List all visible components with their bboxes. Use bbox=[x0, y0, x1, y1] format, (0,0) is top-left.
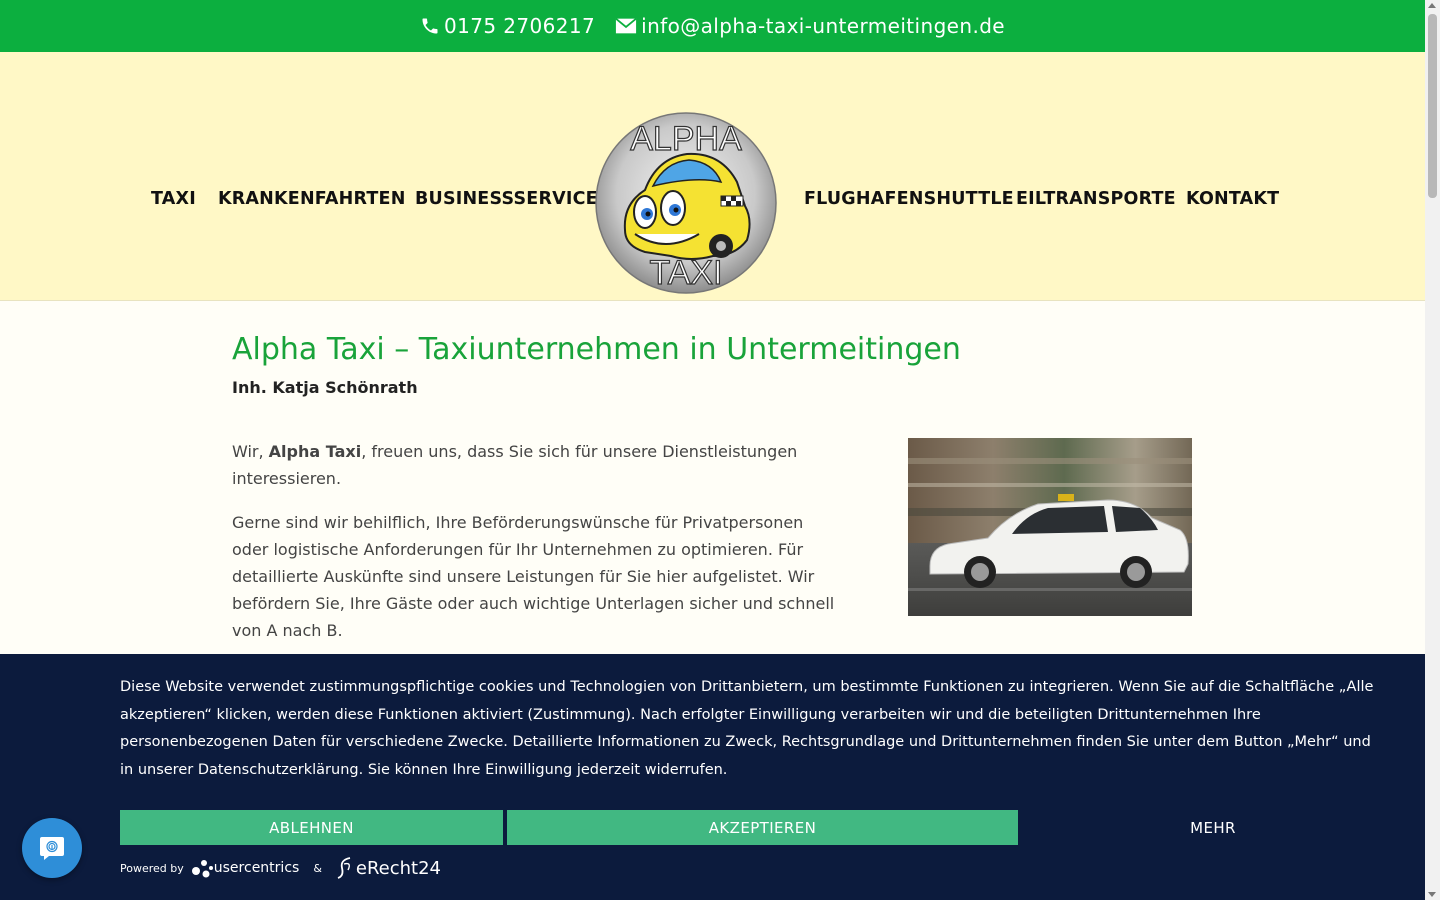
nav-item-businessservice[interactable]: BUSINESSSERVICE bbox=[415, 189, 598, 209]
deny-button[interactable]: ABLEHNEN bbox=[120, 810, 503, 845]
top-contact-bar: 0175 2706217 info@alpha-taxi-untermeitin… bbox=[0, 0, 1425, 52]
ampersand: & bbox=[313, 861, 322, 875]
page-scrollbar[interactable] bbox=[1425, 0, 1440, 900]
phone-link[interactable]: 0175 2706217 bbox=[420, 14, 595, 38]
email-link[interactable]: info@alpha-taxi-untermeitingen.de bbox=[615, 14, 1005, 38]
nav-item-krankenfahrten[interactable]: KRANKENFAHRTEN bbox=[218, 189, 406, 209]
scrollbar-thumb[interactable] bbox=[1428, 14, 1437, 198]
alpha-taxi-logo[interactable]: ALPHA TAXI bbox=[595, 112, 777, 294]
nav-item-eiltransporte[interactable]: EILTRANSPORTE bbox=[1016, 189, 1176, 209]
powered-by-label: Powered by bbox=[120, 861, 184, 875]
erecht24-label: eRecht24 bbox=[355, 857, 442, 879]
cookie-consent-banner: Diese Website verwendet zustimmungspflic… bbox=[0, 654, 1425, 900]
scroll-down-arrow-icon[interactable] bbox=[1428, 892, 1436, 897]
usercentrics-label: usercentrics bbox=[213, 860, 300, 876]
phone-number: 0175 2706217 bbox=[443, 14, 596, 38]
cookie-consent-text: Diese Website verwendet zustimmungspflic… bbox=[120, 679, 1374, 778]
intro-brand-name: Alpha Taxi bbox=[268, 442, 362, 461]
accept-button[interactable]: AKZEPTIEREN bbox=[507, 810, 1018, 845]
more-button[interactable]: MEHR bbox=[1018, 810, 1408, 845]
scroll-up-arrow-icon[interactable] bbox=[1428, 3, 1436, 8]
logo-top-text: ALPHA bbox=[630, 120, 742, 158]
privacy-settings-button[interactable] bbox=[22, 818, 82, 878]
nav-item-kontakt[interactable]: KONTAKT bbox=[1186, 189, 1279, 209]
usercentrics-dots-icon bbox=[191, 860, 213, 878]
site-header: TAXI KRANKENFAHRTEN BUSINESSSERVICE ALPH… bbox=[0, 52, 1425, 301]
intro-text-start: Wir, bbox=[232, 442, 269, 461]
nav-item-taxi[interactable]: TAXI bbox=[151, 189, 196, 209]
erecht24-mark-icon bbox=[337, 857, 351, 879]
email-address: info@alpha-taxi-untermeitingen.de bbox=[641, 14, 1006, 38]
services-paragraph: Gerne sind wir behilflich, Ihre Beförder… bbox=[232, 513, 835, 640]
usercentrics-logo[interactable]: usercentrics bbox=[190, 857, 300, 879]
logo-bottom-text: TAXI bbox=[649, 254, 722, 292]
mail-icon bbox=[615, 17, 637, 34]
page-title: Alpha Taxi – Taxiunternehmen in Untermei… bbox=[232, 332, 961, 367]
nav-item-flughafenshuttle[interactable]: FLUGHAFENSHUTTLE bbox=[804, 189, 1014, 209]
owner-subtitle: Inh. Katja Schönrath bbox=[232, 378, 418, 397]
phone-icon bbox=[422, 18, 438, 34]
fingerprint-chat-icon bbox=[40, 837, 64, 860]
taxi-photo bbox=[908, 438, 1192, 616]
powered-by: Powered by usercentrics & eRecht24 bbox=[120, 854, 441, 882]
intro-paragraph: Wir, Alpha Taxi, freuen uns, dass Sie si… bbox=[232, 438, 842, 492]
erecht24-logo[interactable]: eRecht24 bbox=[336, 856, 441, 880]
